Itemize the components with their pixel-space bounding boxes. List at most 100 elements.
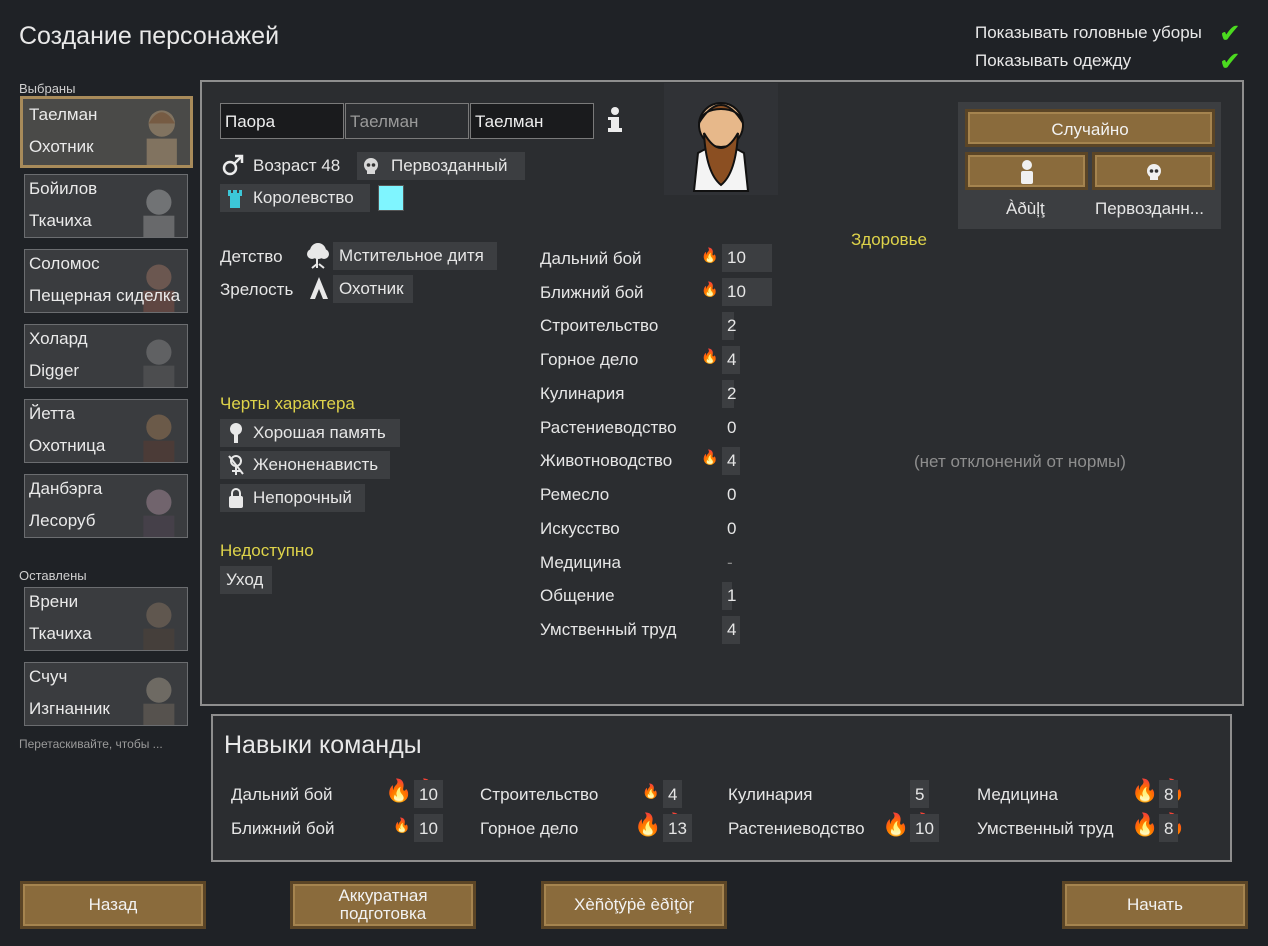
skill-value[interactable]: 0: [722, 515, 736, 543]
first-name-field[interactable]: Паора: [220, 103, 344, 139]
pawn-portrait-icon: [143, 602, 175, 650]
skill-value[interactable]: 2: [722, 380, 736, 408]
headgear-checkmark-icon[interactable]: ✔: [1219, 20, 1241, 46]
team-skills-title: Навыки команды: [224, 731, 422, 759]
pawn-portrait-icon: [146, 110, 177, 165]
pawn-name: Счуч: [29, 667, 68, 686]
brain-icon: [230, 423, 242, 443]
health-header: Здоровье: [851, 230, 927, 249]
apparel-checkmark-icon[interactable]: ✔: [1219, 48, 1241, 74]
pawn-card-2[interactable]: Бойилов Ткачиха: [24, 174, 188, 238]
pawn-role: Digger: [29, 361, 80, 380]
skill-name: Кулинария: [540, 384, 625, 403]
pawn-card-3[interactable]: Соломос Пещерная сиделка: [24, 249, 188, 313]
pawn-card-5[interactable]: Йетта Охотница: [24, 399, 188, 463]
skill-name: Строительство: [540, 316, 659, 335]
last-name-field[interactable]: Таелман: [470, 103, 594, 139]
info-icon[interactable]: [606, 106, 624, 134]
team-skill-value: 4: [663, 780, 683, 808]
show-headgear-label[interactable]: Показывать головные уборы: [975, 23, 1202, 43]
pawn-portrait-icon: [143, 489, 175, 537]
faction-label: Королевство: [253, 188, 354, 207]
skill-name: Искусство: [540, 519, 620, 538]
trait-chip-2[interactable]: Женоненависть: [220, 451, 390, 479]
skill-name: Животноводство: [540, 451, 673, 470]
skill-value[interactable]: 10: [722, 244, 772, 272]
pawn-name: Холард: [29, 329, 88, 348]
passion-flame-icon: 🔥: [701, 348, 719, 364]
skill-value[interactable]: 4: [722, 346, 740, 374]
adulthood-chip[interactable]: Охотник: [333, 275, 413, 303]
pawn-card-1[interactable]: Таелман Охотник: [20, 96, 193, 168]
skill-value[interactable]: 1: [722, 582, 736, 610]
faction-chip[interactable]: Королевство: [220, 184, 370, 212]
team-skill-name: Дальний бой: [231, 785, 333, 804]
xenotype-random-label: Первозданн...: [1095, 199, 1204, 218]
team-skill-value: 13: [663, 814, 692, 842]
team-skill-value: 10: [910, 814, 939, 842]
team-skill-name: Кулинария: [728, 785, 813, 804]
adult-label: Àðùļţ: [1006, 199, 1045, 218]
age-label[interactable]: Возраст 48: [253, 156, 340, 176]
pawn-card-4[interactable]: Холард Digger: [24, 324, 188, 388]
skill-value[interactable]: 0: [722, 414, 736, 442]
pawn-role: Ткачиха: [29, 624, 92, 643]
skill-value[interactable]: -: [722, 549, 733, 577]
favorite-color-swatch[interactable]: [378, 185, 404, 211]
team-skill-value: 8: [1159, 780, 1179, 808]
trait-chip-1[interactable]: Хорошая память: [220, 419, 400, 447]
skill-name: Умственный труд: [540, 620, 677, 639]
skill-value[interactable]: 4: [722, 447, 740, 475]
team-skill-value: 5: [910, 780, 930, 808]
passion-flame-icon: 🔥: [642, 783, 660, 799]
team-skill-name: Умственный труд: [977, 819, 1114, 838]
adult-toggle-button[interactable]: [965, 152, 1088, 190]
passion-flame-icon: 🔥: [701, 247, 719, 263]
trait-label: Непорочный: [253, 488, 352, 507]
pawn-role: Ткачиха: [29, 211, 92, 230]
childhood-label: Детство: [220, 247, 283, 266]
skill-value[interactable]: 10: [722, 278, 772, 306]
pawn-role: Изгнанник: [29, 699, 110, 718]
trait-chip-3[interactable]: Непорочный: [220, 484, 365, 512]
adulthood-label: Зрелость: [220, 280, 294, 299]
skill-name: Растениеводство: [540, 418, 677, 437]
team-skill-name: Строительство: [480, 785, 599, 804]
pawn-portrait-icon: [143, 339, 175, 387]
xenotype-chip[interactable]: Первозданный: [357, 152, 525, 180]
start-button[interactable]: Начать: [1062, 881, 1248, 929]
team-skill-name: Медицина: [977, 785, 1058, 804]
skill-value[interactable]: 4: [722, 616, 740, 644]
team-skill-value: 10: [414, 814, 443, 842]
xenotype-editor-button[interactable]: Xèñòţýṗè èðìţòŗ: [541, 881, 727, 929]
passion-flame-icon: 🔥: [701, 449, 719, 465]
back-button[interactable]: Назад: [20, 881, 206, 929]
pawn-role: Охотник: [29, 137, 94, 156]
team-skill-value: 8: [1159, 814, 1179, 842]
chosen-section-label: Выбраны: [19, 81, 76, 96]
passion-flame-icon: 🔥: [701, 281, 719, 297]
pawn-name: Таелман: [29, 105, 98, 124]
pawn-card-6[interactable]: Данбэрга Лесоруб: [24, 474, 188, 538]
nickname-field[interactable]: Таелман: [345, 103, 469, 139]
team-skill-name: Горное дело: [480, 819, 579, 838]
skill-name: Дальний бой: [540, 249, 642, 268]
randomize-button[interactable]: Случайно: [965, 109, 1215, 147]
pawn-name: Данбэрга: [29, 479, 103, 498]
skill-name: Ближний бой: [540, 283, 644, 302]
xenotype-toggle-button[interactable]: [1092, 152, 1215, 190]
pawn-card-7[interactable]: Врени Ткачиха: [24, 587, 188, 651]
pawn-name: Йетта: [29, 404, 75, 423]
skill-name: Ремесло: [540, 485, 610, 504]
skull-icon: [364, 158, 378, 174]
male-gender-icon: [222, 154, 244, 176]
careful-prep-line2: подготовка: [339, 904, 427, 923]
skill-value[interactable]: 0: [722, 481, 736, 509]
incapable-chip[interactable]: Уход: [220, 566, 272, 594]
show-apparel-label[interactable]: Показывать одежду: [975, 51, 1131, 71]
childhood-chip[interactable]: Мстительное дитя: [333, 242, 497, 270]
careful-prep-button[interactable]: Аккуратная подготовка: [290, 881, 476, 929]
passion-flame-icon: 🔥: [393, 817, 411, 833]
skill-value[interactable]: 2: [722, 312, 736, 340]
pawn-card-8[interactable]: Счуч Изгнанник: [24, 662, 188, 726]
